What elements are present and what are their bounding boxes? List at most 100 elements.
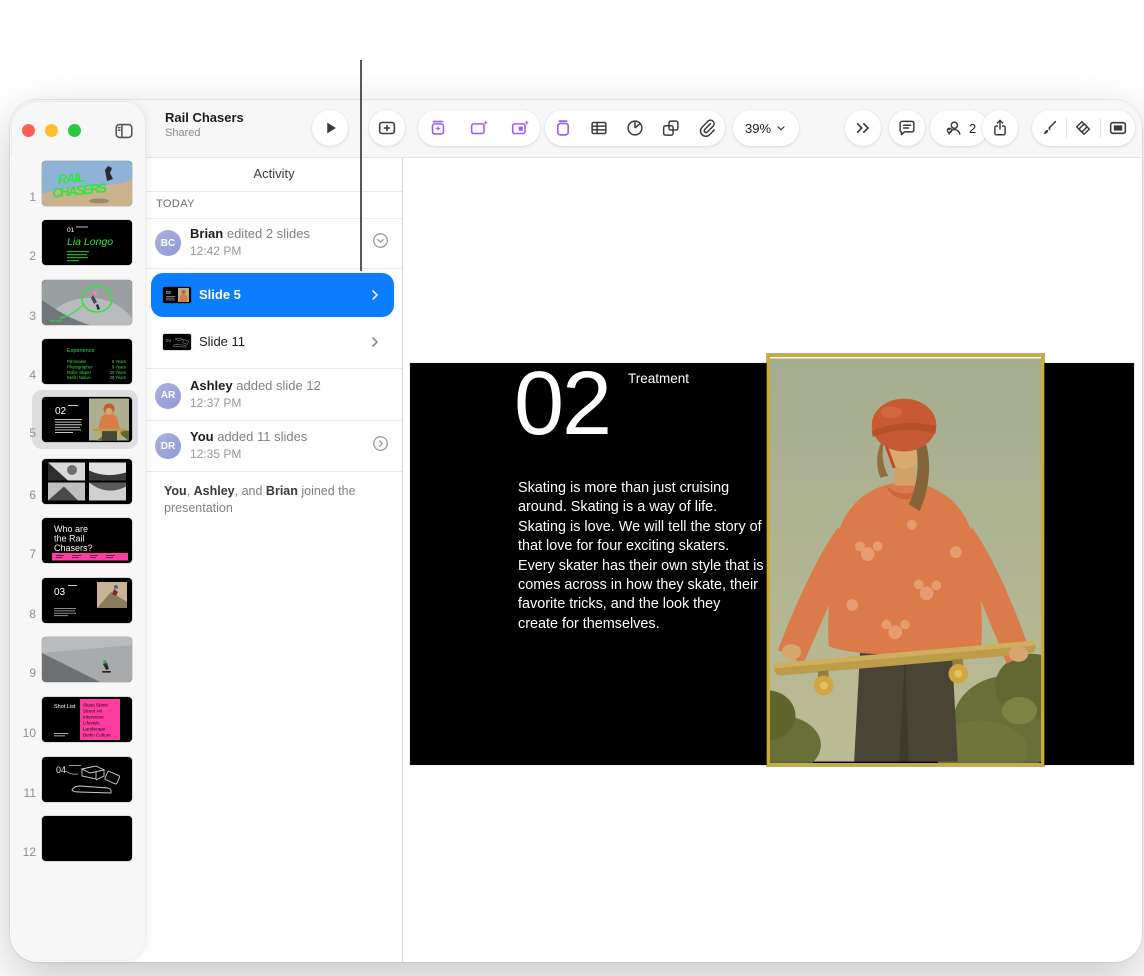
slide-thumbnail: RAIL CHASERS — [42, 161, 132, 206]
transition-diamonds-icon — [1076, 120, 1091, 136]
divider — [146, 471, 402, 472]
toolbar: Rail Chasers Shared 39% 2 — [10, 100, 1142, 157]
divider — [146, 191, 402, 192]
navigator-slide-9[interactable]: 9 — [12, 637, 145, 682]
slide-label-text[interactable]: Treatment — [628, 371, 689, 386]
chevron-right-circle-icon — [373, 436, 388, 451]
divider — [146, 368, 402, 369]
close-window-button[interactable] — [22, 124, 35, 137]
activity-panel: Activity TODAY BC Brian edited 2 slides … — [146, 158, 402, 962]
activity-slide-link-slide-5[interactable]: 02 Slide 5 — [151, 273, 394, 317]
navigator-slide-6[interactable]: 6 — [12, 459, 145, 504]
svg-text:first shot: first shot — [50, 319, 62, 323]
navigator-slide-7[interactable]: 7 Who are the Rail Chasers? — [12, 518, 145, 563]
slide-number-label: 9 — [29, 666, 36, 680]
slide-thumbnail: 01 Lia Longo — [42, 220, 132, 265]
generate-slide-icon — [470, 120, 488, 135]
slide-body-text[interactable]: Skating is more than just cruising aroun… — [518, 479, 764, 634]
table-button[interactable] — [582, 111, 616, 145]
slide-number-label: 4 — [29, 368, 36, 382]
paintbrush-icon — [1043, 120, 1056, 135]
collaborator-count: 2 — [969, 120, 977, 136]
activity-event-text: Brian edited 2 slides — [190, 226, 310, 241]
activity-slide-link-slide-11[interactable]: 04 Slide 11 — [151, 320, 394, 364]
navigator-slide-12[interactable]: 12 — [12, 816, 145, 861]
slide-image-skater[interactable] — [767, 354, 1044, 766]
format-button[interactable] — [1032, 111, 1066, 145]
share-button[interactable] — [982, 110, 1018, 146]
svg-text:Interviews: Interviews — [83, 715, 104, 720]
svg-text:04: 04 — [56, 765, 66, 775]
slide-link-thumbnail: 04 — [163, 334, 191, 350]
slide-thumbnail: first shot — [42, 280, 132, 325]
slide-thumbnail — [42, 816, 132, 861]
add-slide-button[interactable] — [369, 110, 405, 146]
double-chevron-right-icon — [856, 123, 869, 133]
play-button[interactable] — [312, 110, 348, 146]
navigator-slide-4[interactable]: 4 Experience Filmmaker 6 Years Photographer 9… — [12, 339, 145, 384]
minimize-window-button[interactable] — [45, 124, 58, 137]
navigator-slide-10[interactable]: 10 Shot List Skate Spots Street Art Intervie… — [12, 697, 145, 742]
activity-expand-button[interactable] — [371, 231, 390, 255]
slide-thumbnail — [42, 459, 132, 504]
slide-navigator: 1 RAIL CHASERS 2 01 Lia Longo 3 first shot 4 Expe… — [12, 102, 145, 960]
zoom-level-button[interactable]: 39% — [733, 110, 800, 146]
attach-button[interactable] — [690, 111, 724, 145]
activity-footer: You, Ashley, and Brian joined the presen… — [164, 484, 356, 515]
presenter-display-icon — [1110, 121, 1127, 135]
more-toolbar-items-button[interactable] — [845, 110, 881, 146]
navigator-slide-8[interactable]: 8 03 — [12, 578, 145, 623]
sidebar-toggle-button[interactable] — [112, 120, 136, 142]
play-options-button[interactable] — [1101, 111, 1135, 145]
slide-number-text[interactable]: 02 — [514, 359, 612, 449]
table-icon — [591, 121, 607, 135]
activity-event-text: Ashley added slide 12 — [190, 378, 321, 393]
activity-event-you[interactable]: DR You added 11 slides 12:35 PM — [146, 421, 402, 471]
svg-text:Roller Skater: Roller Skater — [67, 370, 92, 375]
activity-event-ashley[interactable]: AR Ashley added slide 12 12:37 PM — [146, 370, 402, 421]
activity-event-time: 12:35 PM — [190, 447, 242, 461]
slide-link-label: Slide 5 — [199, 287, 241, 302]
navigator-slide-1[interactable]: 1 RAIL CHASERS — [12, 161, 145, 206]
slide-number-label: 8 — [29, 607, 36, 621]
slide-thumbnail: Shot List Skate Spots Street Art Interviews… — [42, 697, 132, 742]
generate-fill-button[interactable] — [503, 111, 537, 145]
slide-thumbnail — [42, 637, 132, 682]
image-playground-button[interactable] — [421, 111, 455, 145]
activity-expand-button[interactable] — [371, 434, 390, 458]
add-slide-icon — [378, 121, 396, 135]
activity-event-brian[interactable]: BC Brian edited 2 slides 12:42 PM — [146, 218, 402, 268]
transition-button[interactable] — [1067, 111, 1101, 145]
chart-button[interactable] — [618, 111, 652, 145]
zoom-level-value: 39% — [745, 120, 772, 136]
text-box-icon — [556, 120, 570, 136]
svg-text:Who are: Who are — [54, 524, 88, 534]
collaborate-button[interactable]: 2 — [930, 110, 989, 146]
comment-button[interactable] — [889, 110, 925, 146]
navigator-slide-5[interactable]: 5 02 — [12, 390, 145, 449]
generate-slide-button[interactable] — [462, 111, 496, 145]
navigator-slide-2[interactable]: 2 01 Lia Longo — [12, 220, 145, 265]
slide-number-label: 11 — [23, 786, 36, 800]
slide-thumbnail: 03 — [42, 578, 132, 623]
slide-canvas[interactable]: 02 Treatment Skating is more than just c… — [403, 158, 1142, 962]
svg-text:Filmmaker: Filmmaker — [67, 359, 87, 364]
slide-thumbnail: 02 — [42, 397, 132, 442]
zoom-window-button[interactable] — [68, 124, 81, 137]
svg-text:Shot List: Shot List — [54, 704, 76, 710]
navigator-slide-11[interactable]: 11 04 — [12, 757, 145, 802]
slide-number-label: 6 — [29, 488, 36, 502]
slide-link-label: Slide 11 — [199, 334, 246, 349]
svg-text:Skate Spots: Skate Spots — [83, 703, 108, 708]
format-tools-group — [1032, 110, 1135, 146]
navigator-slide-3[interactable]: 3 first shot — [12, 280, 145, 325]
shape-button[interactable] — [654, 111, 688, 145]
svg-text:6 Years: 6 Years — [112, 359, 126, 364]
skater-photo — [770, 358, 1041, 763]
svg-text:Berlin Native: Berlin Native — [67, 375, 91, 380]
activity-section-label: TODAY — [156, 198, 195, 210]
svg-text:9 Years: 9 Years — [112, 364, 126, 369]
text-box-button[interactable] — [546, 111, 580, 145]
ai-tools-group — [418, 110, 540, 146]
svg-text:Photographer: Photographer — [67, 364, 93, 369]
